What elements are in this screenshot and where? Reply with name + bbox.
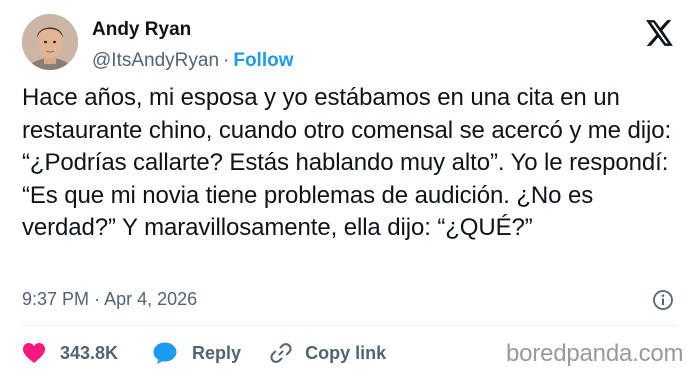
tweet-timestamp[interactable]: 9:37 PM · Apr 4, 2026 (22, 287, 197, 311)
x-logo-icon[interactable] (646, 20, 674, 46)
tweet-text: Hace años, mi esposa y yo estábamos en u… (22, 84, 672, 241)
like-count: 343.8K (60, 342, 119, 363)
tweet-date: Apr 4, 2026 (104, 289, 198, 309)
copy-link-label: Copy link (305, 342, 387, 363)
divider (22, 325, 678, 326)
separator-dot: · (223, 50, 230, 71)
handle-row: @ItsAndyRyan · Follow (92, 48, 294, 74)
meta-separator: · (94, 289, 101, 309)
author-display-name[interactable]: Andy Ryan (92, 18, 294, 42)
avatar[interactable] (22, 14, 78, 70)
reply-bubble-icon (153, 342, 177, 364)
tweet-time: 9:37 PM (22, 289, 90, 309)
info-icon[interactable] (652, 289, 674, 311)
action-bar: 343.8K Reply Copy link (22, 338, 386, 368)
follow-button[interactable]: Follow (233, 50, 293, 71)
reply-button[interactable]: Reply (152, 341, 241, 365)
copy-link-button[interactable]: Copy link (269, 341, 386, 365)
reply-label: Reply (192, 342, 242, 363)
author-info: Andy Ryan @ItsAndyRyan · Follow (92, 18, 294, 74)
heart-icon (23, 343, 45, 363)
link-icon (270, 343, 292, 363)
watermark: boredpanda.com (506, 340, 684, 367)
author-handle[interactable]: @ItsAndyRyan (92, 50, 219, 71)
like-button[interactable]: 343.8K (22, 342, 118, 364)
